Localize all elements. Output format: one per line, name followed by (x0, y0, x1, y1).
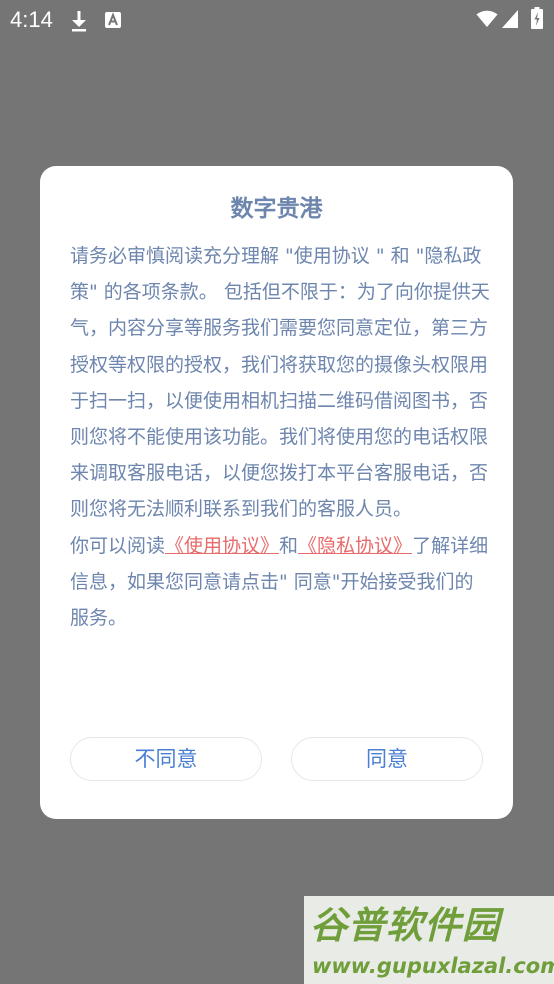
usage-agreement-link[interactable]: 《使用协议》 (165, 535, 279, 557)
watermark-url: www.gupuxlazal.com (312, 954, 554, 978)
policy-text: 请务必审慎阅读充分理解 "使用协议 " 和 "隐私政策" 的各项条款。 包括但不… (70, 245, 490, 521)
dialog-title: 数字贵港 (230, 196, 323, 222)
accessibility-icon (105, 12, 121, 28)
download-icon (72, 11, 86, 32)
agree-button[interactable]: 同意 (291, 737, 483, 781)
disagree-button[interactable]: 不同意 (70, 737, 262, 781)
links-middle: 和 (279, 534, 299, 557)
links-prefix: 你可以阅读 (70, 534, 166, 557)
wifi-icon (476, 10, 498, 27)
dialog-body: 请务必审慎阅读充分理解 "使用协议 " 和 "隐私政策" 的各项条款。 包括但不… (70, 238, 490, 636)
policy-links-text: 你可以阅读《使用协议》和《隐私协议》了解详细信息，如果您同意请点击" 同意"开始… (70, 528, 490, 637)
watermark-logo: 谷普软件园 (310, 904, 500, 947)
status-bar: 4:14 (0, 0, 554, 40)
privacy-agreement-link[interactable]: 《隐私协议》 (298, 535, 412, 557)
status-time: 4:14 (10, 7, 53, 32)
battery-icon (531, 7, 543, 29)
watermark: 谷普软件园 www.gupuxlazal.com (304, 896, 554, 984)
signal-icon (502, 10, 518, 28)
privacy-dialog: 数字贵港 请务必审慎阅读充分理解 "使用协议 " 和 "隐私政策" 的各项条款。… (40, 166, 513, 819)
